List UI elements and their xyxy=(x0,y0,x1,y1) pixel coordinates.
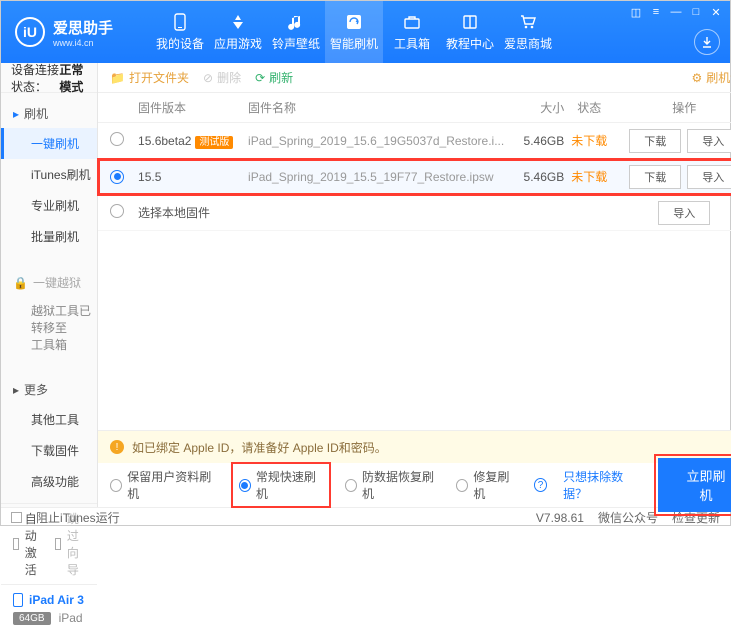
music-icon xyxy=(286,12,306,32)
device-icon xyxy=(13,593,23,607)
brand-name: 爱思助手 xyxy=(53,17,113,38)
table-header: 固件版本 固件名称 大小 状态 操作 xyxy=(98,93,731,123)
auto-activate-checkbox[interactable] xyxy=(13,538,19,550)
connection-status: 设备连接状态：正常模式 xyxy=(1,63,97,93)
opt-repair-flash[interactable]: 修复刷机 xyxy=(456,468,518,502)
local-firmware-row[interactable]: 选择本地固件 导入 xyxy=(98,195,731,231)
cart-icon xyxy=(518,12,538,32)
warning-bar: ! 如已绑定 Apple ID，请准备好 Apple ID和密码。 ✕ xyxy=(98,431,731,463)
nav-my-device[interactable]: 我的设备 xyxy=(151,1,209,63)
maximize-icon[interactable]: □ xyxy=(688,5,704,19)
jailbreak-note: 越狱工具已转移至 工具箱 xyxy=(1,297,97,359)
logo: iU 爱思助手 www.i4.cn xyxy=(1,17,151,48)
content-area: 📁打开文件夹 ⊘删除 ⟳刷新 ⚙刷机设置 固件版本 固件名称 大小 状态 操作 … xyxy=(98,63,731,507)
warning-icon: ! xyxy=(110,440,124,454)
sidebar-item-itunes[interactable]: iTunes刷机 xyxy=(1,159,97,190)
menu-icon[interactable]: ≡ xyxy=(648,5,664,19)
phone-icon xyxy=(170,12,190,32)
gear-icon: ⚙ xyxy=(691,71,702,85)
lock-icon: 🔒 xyxy=(13,276,28,290)
nav-toolbox[interactable]: 工具箱 xyxy=(383,1,441,63)
sidebar-item-batch[interactable]: 批量刷机 xyxy=(1,221,97,252)
sidebar-item-advanced[interactable]: 高级功能 xyxy=(1,466,97,497)
book-icon xyxy=(460,12,480,32)
device-info[interactable]: iPad Air 3 64GBiPad xyxy=(1,584,97,633)
sidebar-item-othertools[interactable]: 其他工具 xyxy=(1,404,97,435)
refresh-button[interactable]: ⟳刷新 xyxy=(255,69,293,86)
apps-icon xyxy=(228,12,248,32)
wechat-link[interactable]: 微信公众号 xyxy=(598,509,658,526)
delete-icon: ⊘ xyxy=(203,71,213,85)
row-radio[interactable] xyxy=(110,170,124,184)
flash-icon xyxy=(344,12,364,32)
import-button[interactable]: 导入 xyxy=(687,165,731,189)
download-circle-icon[interactable] xyxy=(694,29,720,55)
open-folder-button[interactable]: 📁打开文件夹 xyxy=(110,69,189,86)
nav-ringtones[interactable]: 铃声壁纸 xyxy=(267,1,325,63)
erase-only-link[interactable]: 只想抹除数据？ xyxy=(563,468,642,502)
flash-section-icon: ▸ xyxy=(13,107,19,121)
row-radio[interactable] xyxy=(110,132,124,146)
nav-tutorials[interactable]: 教程中心 xyxy=(441,1,499,63)
close-icon[interactable]: ✕ xyxy=(708,5,724,19)
refresh-icon: ⟳ xyxy=(255,71,265,85)
delete-button[interactable]: ⊘删除 xyxy=(203,69,241,86)
skin-icon[interactable]: ◫ xyxy=(628,5,644,19)
toolbar: 📁打开文件夹 ⊘删除 ⟳刷新 ⚙刷机设置 xyxy=(98,63,731,93)
opt-keep-data[interactable]: 保留用户资料刷机 xyxy=(110,468,217,502)
firmware-row[interactable]: 15.6beta2测试版 iPad_Spring_2019_15.6_19G50… xyxy=(98,123,731,159)
download-button[interactable]: 下载 xyxy=(629,129,681,153)
block-itunes-checkbox[interactable] xyxy=(11,512,22,523)
download-button[interactable]: 下载 xyxy=(629,165,681,189)
window-controls: ◫ ≡ ― □ ✕ xyxy=(628,5,724,19)
sidebar: 设备连接状态：正常模式 ▸刷机 一键刷机 iTunes刷机 专业刷机 批量刷机 … xyxy=(1,63,98,507)
flash-options: 保留用户资料刷机 常规快速刷机 防数据恢复刷机 修复刷机 ? 只想抹除数据？ 立… xyxy=(98,463,731,507)
logo-icon: iU xyxy=(15,17,45,47)
beta-tag: 测试版 xyxy=(195,136,233,149)
import-button[interactable]: 导入 xyxy=(658,201,710,225)
import-button[interactable]: 导入 xyxy=(687,129,731,153)
help-icon[interactable]: ? xyxy=(534,478,547,492)
nav-apps[interactable]: 应用游戏 xyxy=(209,1,267,63)
flash-settings-button[interactable]: ⚙刷机设置 xyxy=(691,69,731,86)
section-more[interactable]: ▸更多 xyxy=(1,375,97,404)
sidebar-item-pro[interactable]: 专业刷机 xyxy=(1,190,97,221)
sidebar-item-downloadfw[interactable]: 下载固件 xyxy=(1,435,97,466)
footer: 阻止iTunes运行 V7.98.61 微信公众号 检查更新 xyxy=(1,507,730,527)
opt-anti-recovery[interactable]: 防数据恢复刷机 xyxy=(345,468,440,502)
skip-guide-checkbox[interactable] xyxy=(55,538,61,550)
app-header: iU 爱思助手 www.i4.cn 我的设备 应用游戏 铃声壁纸 智能刷机 工具… xyxy=(1,1,730,63)
bottom-panel: ! 如已绑定 Apple ID，请准备好 Apple ID和密码。 ✕ 保留用户… xyxy=(98,430,731,507)
more-icon: ▸ xyxy=(13,383,19,397)
version-label: V7.98.61 xyxy=(536,511,584,525)
section-jailbreak[interactable]: 🔒一键越狱 xyxy=(1,268,97,297)
brand-url: www.i4.cn xyxy=(53,38,113,48)
toolbox-icon xyxy=(402,12,422,32)
sidebar-item-oneclick[interactable]: 一键刷机 xyxy=(1,128,97,159)
firmware-row-selected[interactable]: 15.5 iPad_Spring_2019_15.5_19F77_Restore… xyxy=(98,159,731,195)
flash-now-button[interactable]: 立即刷机 xyxy=(658,458,731,512)
nav-store[interactable]: 爱思商城 xyxy=(499,1,557,63)
storage-badge: 64GB xyxy=(13,612,51,625)
minimize-icon[interactable]: ― xyxy=(668,5,684,19)
section-flash[interactable]: ▸刷机 xyxy=(1,99,97,128)
opt-quick-flash[interactable]: 常规快速刷机 xyxy=(233,464,329,506)
nav-flash[interactable]: 智能刷机 xyxy=(325,1,383,63)
folder-icon: 📁 xyxy=(110,71,125,85)
row-radio[interactable] xyxy=(110,204,124,218)
